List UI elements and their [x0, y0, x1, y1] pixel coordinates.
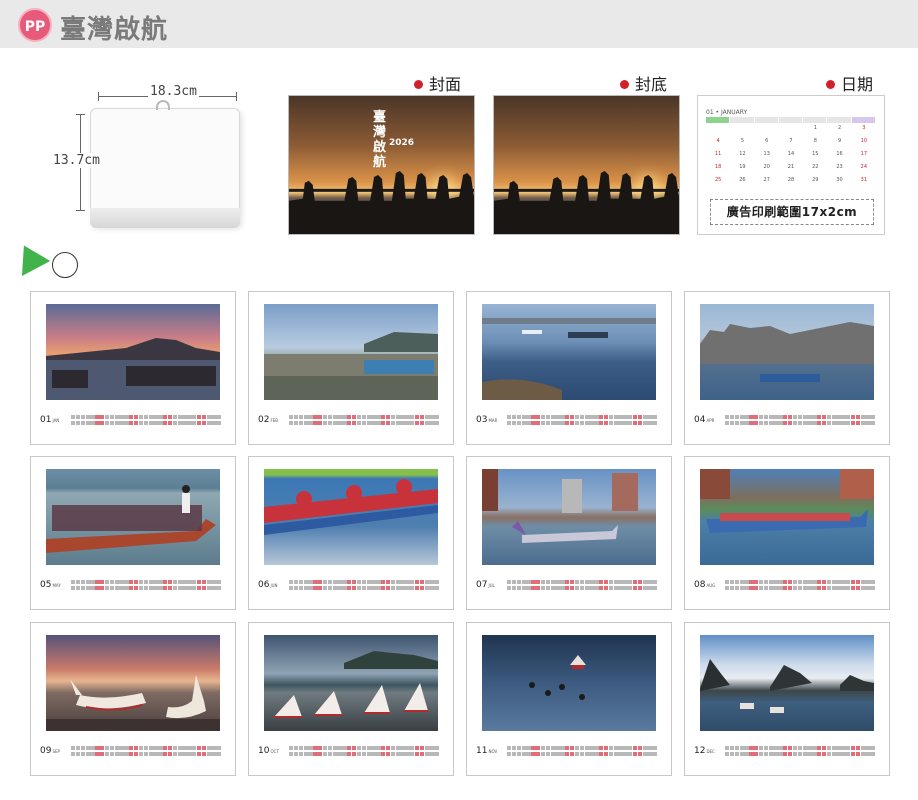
pp-logo-icon: PP — [18, 8, 52, 42]
month-photo — [264, 469, 438, 565]
datepad-weekday-header — [706, 117, 876, 123]
month-card-dec: 12DEC — [684, 622, 890, 776]
month-card-may: 05MAY — [30, 456, 236, 610]
month-label: 09SEP — [40, 746, 60, 756]
month-card-jan: 01JAN — [30, 291, 236, 445]
month-photo — [46, 469, 220, 565]
cover-year: 2026 — [389, 138, 415, 148]
month-day-strip — [725, 579, 875, 593]
red-dot-icon — [826, 80, 835, 89]
month-label: 05MAY — [40, 580, 61, 590]
month-day-strip — [507, 745, 657, 759]
width-dimension-cap — [236, 92, 237, 101]
month-label: 07JUL — [476, 580, 495, 590]
month-card-sep: 09SEP — [30, 622, 236, 776]
month-label: 04APR — [694, 415, 715, 425]
month-photo — [46, 635, 220, 731]
datepad-preview: 01 • JANUARY 123 4 5 6 7 8 9 10 11 12 13 14 15 16 17… — [697, 95, 885, 235]
month-label: 02FEB — [258, 415, 279, 425]
calendar-stand — [90, 208, 240, 228]
month-photo — [46, 304, 220, 400]
green-triangle-icon — [9, 238, 51, 276]
month-label: 10OCT — [258, 746, 279, 756]
hanger-hole-icon — [156, 100, 170, 110]
month-photo — [700, 635, 874, 731]
cover-title: 臺灣啟航 — [373, 110, 387, 170]
cover-label-text: 封面 — [429, 75, 462, 94]
header-bar: PP 臺灣啟航 — [0, 0, 918, 48]
red-dot-icon — [620, 80, 629, 89]
month-label: 01JAN — [40, 415, 60, 425]
month-card-aug: 08AUG — [684, 456, 890, 610]
month-photo — [700, 469, 874, 565]
date-label: 日期 — [826, 71, 873, 95]
back-photo — [493, 95, 680, 235]
girl-doodle-icon — [52, 252, 78, 278]
date-label-text: 日期 — [841, 75, 874, 94]
month-photo — [264, 635, 438, 731]
height-dimension-cap — [76, 210, 85, 211]
back-label: 封底 — [620, 71, 667, 95]
height-label: 13.7cm — [52, 153, 101, 168]
month-day-strip — [725, 414, 875, 428]
month-day-strip — [725, 745, 875, 759]
crowd-silhouette — [494, 170, 679, 234]
month-day-strip — [507, 414, 657, 428]
month-photo — [482, 469, 656, 565]
datepad-grid: 123 4 5 6 7 8 9 10 11 12 13 14 15 16 17 18 19 20 21 22 23… — [714, 125, 868, 183]
month-day-strip — [289, 579, 439, 593]
month-label: 11NOV — [476, 746, 498, 756]
width-label: 18.3cm — [148, 84, 199, 99]
red-dot-icon — [414, 80, 423, 89]
width-dimension-cap — [98, 92, 99, 101]
ad-print-area: 廣告印刷範圍17x2cm — [710, 199, 874, 225]
month-label: 03MAR — [476, 415, 498, 425]
page-title: 臺灣啟航 — [60, 15, 169, 45]
crowd-silhouette — [289, 170, 474, 234]
month-card-feb: 02FEB — [248, 291, 454, 445]
month-card-jun: 06JUN — [248, 456, 454, 610]
cover-label: 封面 — [414, 71, 461, 95]
month-label: 08AUG — [694, 580, 716, 590]
month-card-nov: 11NOV — [466, 622, 672, 776]
month-photo — [482, 304, 656, 400]
datepad-month: 01 • JANUARY — [706, 109, 748, 116]
month-label: 12DEC — [694, 746, 715, 756]
back-label-text: 封底 — [635, 75, 668, 94]
month-photo — [264, 304, 438, 400]
month-photo — [700, 304, 874, 400]
month-day-strip — [289, 745, 439, 759]
month-day-strip — [71, 414, 221, 428]
month-day-strip — [71, 745, 221, 759]
month-card-oct: 10OCT — [248, 622, 454, 776]
month-day-strip — [289, 414, 439, 428]
month-photo — [482, 635, 656, 731]
month-label: 06JUN — [258, 580, 278, 590]
height-dimension-cap — [76, 114, 85, 115]
month-day-strip — [507, 579, 657, 593]
cover-photo: 臺灣啟航 2026 — [288, 95, 475, 235]
month-card-jul: 07JUL — [466, 456, 672, 610]
month-day-strip — [71, 579, 221, 593]
month-card-mar: 03MAR — [466, 291, 672, 445]
month-card-apr: 04APR — [684, 291, 890, 445]
